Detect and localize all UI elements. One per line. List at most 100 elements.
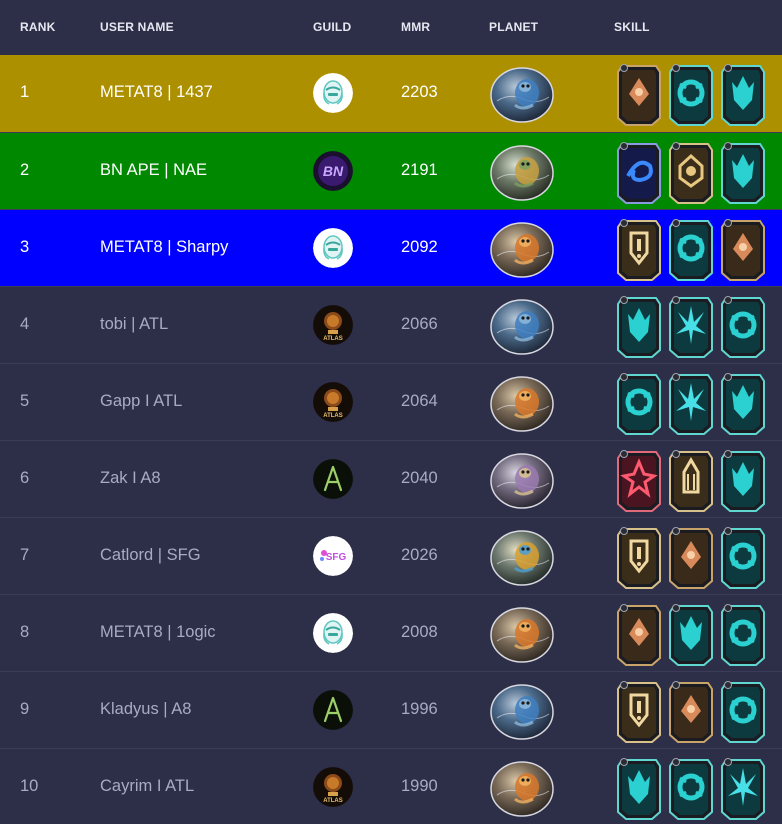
header-skill[interactable]: SKILL (614, 20, 650, 34)
svg-text:BN: BN (323, 163, 344, 179)
blue-planet-icon (489, 295, 555, 355)
gold-shield-skill-icon (614, 675, 664, 745)
purple-swirl-skill-icon (614, 136, 664, 206)
gold-spire-skill-icon (666, 444, 716, 514)
user-name-cell[interactable]: Gapp I ATL (100, 392, 182, 411)
table-row[interactable]: 5 Gapp I ATL ATLAS 2064 (0, 363, 782, 440)
svg-text:SFG: SFG (326, 552, 347, 563)
a8-logo-icon (313, 690, 353, 730)
table-row[interactable]: 2 BN APE | NAE BN 2191 (0, 132, 782, 209)
rank-cell: 3 (20, 238, 30, 256)
atlas-logo-icon: ATLAS (313, 382, 353, 422)
sfg-logo-icon: SFG (313, 536, 353, 576)
mmr-cell: 2066 (401, 315, 438, 333)
blue-planet-icon (489, 63, 555, 123)
table-row[interactable]: 3 METAT8 | Sharpy 2092 (0, 209, 782, 286)
atlas-logo-icon: ATLAS (313, 305, 353, 345)
teal-flame-skill-icon (614, 752, 664, 822)
skill-list (614, 290, 768, 360)
table-row[interactable]: 8 METAT8 | 1ogic 2008 (0, 594, 782, 671)
teal-burst-skill-icon (718, 752, 768, 822)
bronze-orange-skill-icon (666, 521, 716, 591)
mmr-cell: 1996 (401, 700, 438, 718)
user-name-cell[interactable]: METAT8 | Sharpy (100, 238, 228, 257)
user-name-cell[interactable]: Zak I A8 (100, 469, 161, 488)
header-user-name[interactable]: USER NAME (100, 20, 174, 34)
bronze-orange-skill-icon (666, 675, 716, 745)
teal-flame-skill-icon (614, 290, 664, 360)
user-name-cell[interactable]: Kladyus | A8 (100, 700, 191, 719)
green-planet-icon (489, 141, 555, 201)
purple-planet-icon (489, 449, 555, 509)
table-row[interactable]: 1 METAT8 | 1437 2203 (0, 55, 782, 132)
red-cross-skill-icon (614, 444, 664, 514)
table-row[interactable]: 9 Kladyus | A8 1996 (0, 671, 782, 748)
teal-ring-skill-icon (666, 58, 716, 128)
teal-burst-skill-icon (666, 290, 716, 360)
skill-list (614, 58, 768, 128)
orange-planet-icon (489, 218, 555, 278)
bn-logo-icon: BN (313, 151, 353, 191)
user-name-cell[interactable]: Catlord | SFG (100, 546, 201, 565)
teal-ring-skill-icon (666, 752, 716, 822)
header-planet[interactable]: PLANET (489, 20, 538, 34)
rank-cell: 1 (20, 83, 30, 101)
mmr-cell: 2026 (401, 546, 438, 564)
table-row[interactable]: 7 Catlord | SFG SFG 2026 (0, 517, 782, 594)
user-name-cell[interactable]: METAT8 | 1ogic (100, 623, 216, 642)
header-rank[interactable]: RANK (20, 20, 55, 34)
table-row[interactable]: 4 tobi | ATL ATLAS 2066 (0, 286, 782, 363)
orange-planet-icon (489, 372, 555, 432)
teal-burst-skill-icon (666, 367, 716, 437)
user-name-cell[interactable]: BN APE | NAE (100, 161, 207, 180)
a8-logo-icon (313, 459, 353, 499)
rank-cell: 10 (20, 777, 39, 795)
mmr-cell: 2008 (401, 623, 438, 641)
skill-list (614, 675, 768, 745)
gold-shield-skill-icon (614, 213, 664, 283)
header-mmr[interactable]: MMR (401, 20, 430, 34)
teal-ring-skill-icon (666, 213, 716, 283)
user-name-cell[interactable]: tobi | ATL (100, 315, 168, 334)
user-name-cell[interactable]: Cayrim I ATL (100, 777, 194, 796)
teal-flame-skill-icon (718, 58, 768, 128)
gold-gem-skill-icon (666, 136, 716, 206)
mmr-cell: 1990 (401, 777, 438, 795)
rank-cell: 9 (20, 700, 30, 718)
metat8-logo-icon (313, 613, 353, 653)
teal-flame-skill-icon (666, 598, 716, 668)
table-row[interactable]: 6 Zak I A8 2040 (0, 440, 782, 517)
header-guild[interactable]: GUILD (313, 20, 351, 34)
table-row[interactable]: 10 Cayrim I ATL ATLAS 1990 (0, 748, 782, 824)
metat8-logo-icon (313, 73, 353, 113)
teal-flame-skill-icon (718, 367, 768, 437)
skill-list (614, 367, 768, 437)
teal-ring-skill-icon (718, 290, 768, 360)
atlas-logo-icon: ATLAS (313, 767, 353, 807)
user-name-cell[interactable]: METAT8 | 1437 (100, 83, 213, 102)
mmr-cell: 2203 (401, 83, 438, 101)
rank-cell: 7 (20, 546, 30, 564)
bronze-orange-skill-icon (718, 213, 768, 283)
rank-cell: 5 (20, 392, 30, 410)
skill-list (614, 136, 768, 206)
table-header: RANK USER NAME GUILD MMR PLANET SKILL (0, 0, 782, 55)
mmr-cell: 2191 (401, 161, 438, 179)
teal-flame-skill-icon (718, 444, 768, 514)
rank-cell: 2 (20, 161, 30, 179)
table-body: 1 METAT8 | 1437 2203 2 BN APE | NAE BN 2… (0, 55, 782, 824)
skill-list (614, 444, 768, 514)
gold-shield-skill-icon (614, 521, 664, 591)
skill-list (614, 521, 768, 591)
metat8-logo-icon (313, 228, 353, 268)
rank-cell: 8 (20, 623, 30, 641)
rank-cell: 4 (20, 315, 30, 333)
mmr-cell: 2092 (401, 238, 438, 256)
teal-flame-skill-icon (718, 136, 768, 206)
skill-list (614, 598, 768, 668)
teal-ring-skill-icon (718, 521, 768, 591)
rank-cell: 6 (20, 469, 30, 487)
skill-list (614, 213, 768, 283)
bronze-orange-skill-icon (614, 598, 664, 668)
mmr-cell: 2040 (401, 469, 438, 487)
